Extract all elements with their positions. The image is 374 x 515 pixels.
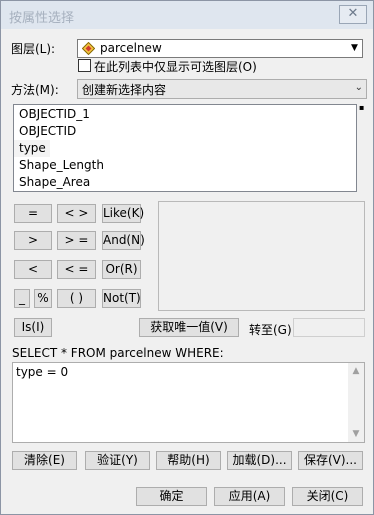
unique-values-list[interactable] — [158, 201, 365, 311]
goto-input[interactable] — [293, 318, 365, 337]
select-by-attributes-dialog: 按属性选择 ✕ 图层(L): parcelnew ▼ 在此列表中仅显示可选图层(… — [0, 0, 374, 515]
expression-scrollbar[interactable]: ▲ ▼ — [348, 363, 364, 442]
window-title: 按属性选择 — [9, 11, 75, 26]
operator-and-button[interactable]: And(N) — [102, 231, 145, 250]
only-selectable-label: 在此列表中仅显示可选图层(O) — [94, 60, 257, 74]
operator-parens-button[interactable]: ( ) — [57, 289, 96, 308]
apply-button[interactable]: 应用(A) — [214, 487, 285, 506]
expression-text[interactable]: type = 0 — [16, 365, 68, 379]
operator-is-button[interactable]: Is(I) — [14, 318, 52, 337]
goto-label: 转至(G): — [249, 323, 296, 337]
operator-percent-button[interactable]: % — [34, 289, 52, 308]
field-item-selected[interactable]: type — [14, 140, 50, 157]
ok-button[interactable]: 确定 — [136, 487, 207, 506]
fields-list[interactable]: OBJECTID_1 OBJECTID type Shape_Length Sh… — [13, 104, 357, 192]
layer-dropdown-chevron-icon[interactable]: ▼ — [347, 40, 362, 57]
operator-greater-button[interactable]: > — [14, 231, 52, 250]
list-resize-grip-icon[interactable]: ▪ — [359, 103, 364, 112]
operator-like-button[interactable]: Like(K) — [102, 204, 144, 223]
layer-diamond-icon — [81, 41, 96, 58]
only-selectable-checkbox[interactable] — [78, 59, 91, 72]
operator-not-equal-button[interactable]: < > — [57, 204, 96, 223]
method-dropdown[interactable]: 创建新选择内容 ⌄ — [77, 79, 367, 99]
method-label: 方法(M): — [11, 83, 59, 97]
field-item[interactable]: Shape_Length — [14, 157, 356, 174]
operator-less-button[interactable]: < — [14, 260, 52, 279]
load-button[interactable]: 加载(D)... — [227, 451, 292, 470]
close-window-button[interactable]: ✕ — [339, 5, 367, 24]
operator-not-button[interactable]: Not(T) — [102, 289, 141, 308]
help-button[interactable]: 帮助(H) — [156, 451, 221, 470]
method-chevron-down-icon[interactable]: ⌄ — [355, 82, 363, 93]
operator-or-button[interactable]: Or(R) — [102, 260, 141, 279]
get-unique-values-button[interactable]: 获取唯一值(V) — [139, 318, 239, 337]
operator-equals-button[interactable]: = — [14, 204, 52, 223]
operator-underscore-button[interactable]: _ — [14, 289, 30, 308]
method-value: 创建新选择内容 — [82, 83, 167, 97]
field-item[interactable]: OBJECTID_1 — [14, 106, 356, 123]
scroll-up-icon[interactable]: ▲ — [348, 363, 364, 379]
field-item[interactable]: OBJECTID — [14, 123, 356, 140]
operator-greater-equal-button[interactable]: > = — [57, 231, 96, 250]
clear-button[interactable]: 清除(E) — [12, 451, 77, 470]
verify-button[interactable]: 验证(Y) — [85, 451, 150, 470]
close-button[interactable]: 关闭(C) — [292, 487, 363, 506]
sql-prefix-label: SELECT * FROM parcelnew WHERE: — [12, 346, 224, 360]
title-bar: 按属性选择 ✕ — [1, 1, 373, 29]
layer-value: parcelnew — [100, 41, 162, 55]
operator-less-equal-button[interactable]: < = — [57, 260, 96, 279]
field-item[interactable]: Shape_Area — [14, 174, 356, 191]
layer-label: 图层(L): — [11, 42, 56, 56]
layer-dropdown[interactable]: parcelnew ▼ — [77, 39, 363, 58]
save-button[interactable]: 保存(V)... — [298, 451, 363, 470]
scroll-down-icon[interactable]: ▼ — [348, 426, 364, 442]
expression-textarea[interactable]: type = 0 ▲ ▼ — [12, 362, 365, 443]
